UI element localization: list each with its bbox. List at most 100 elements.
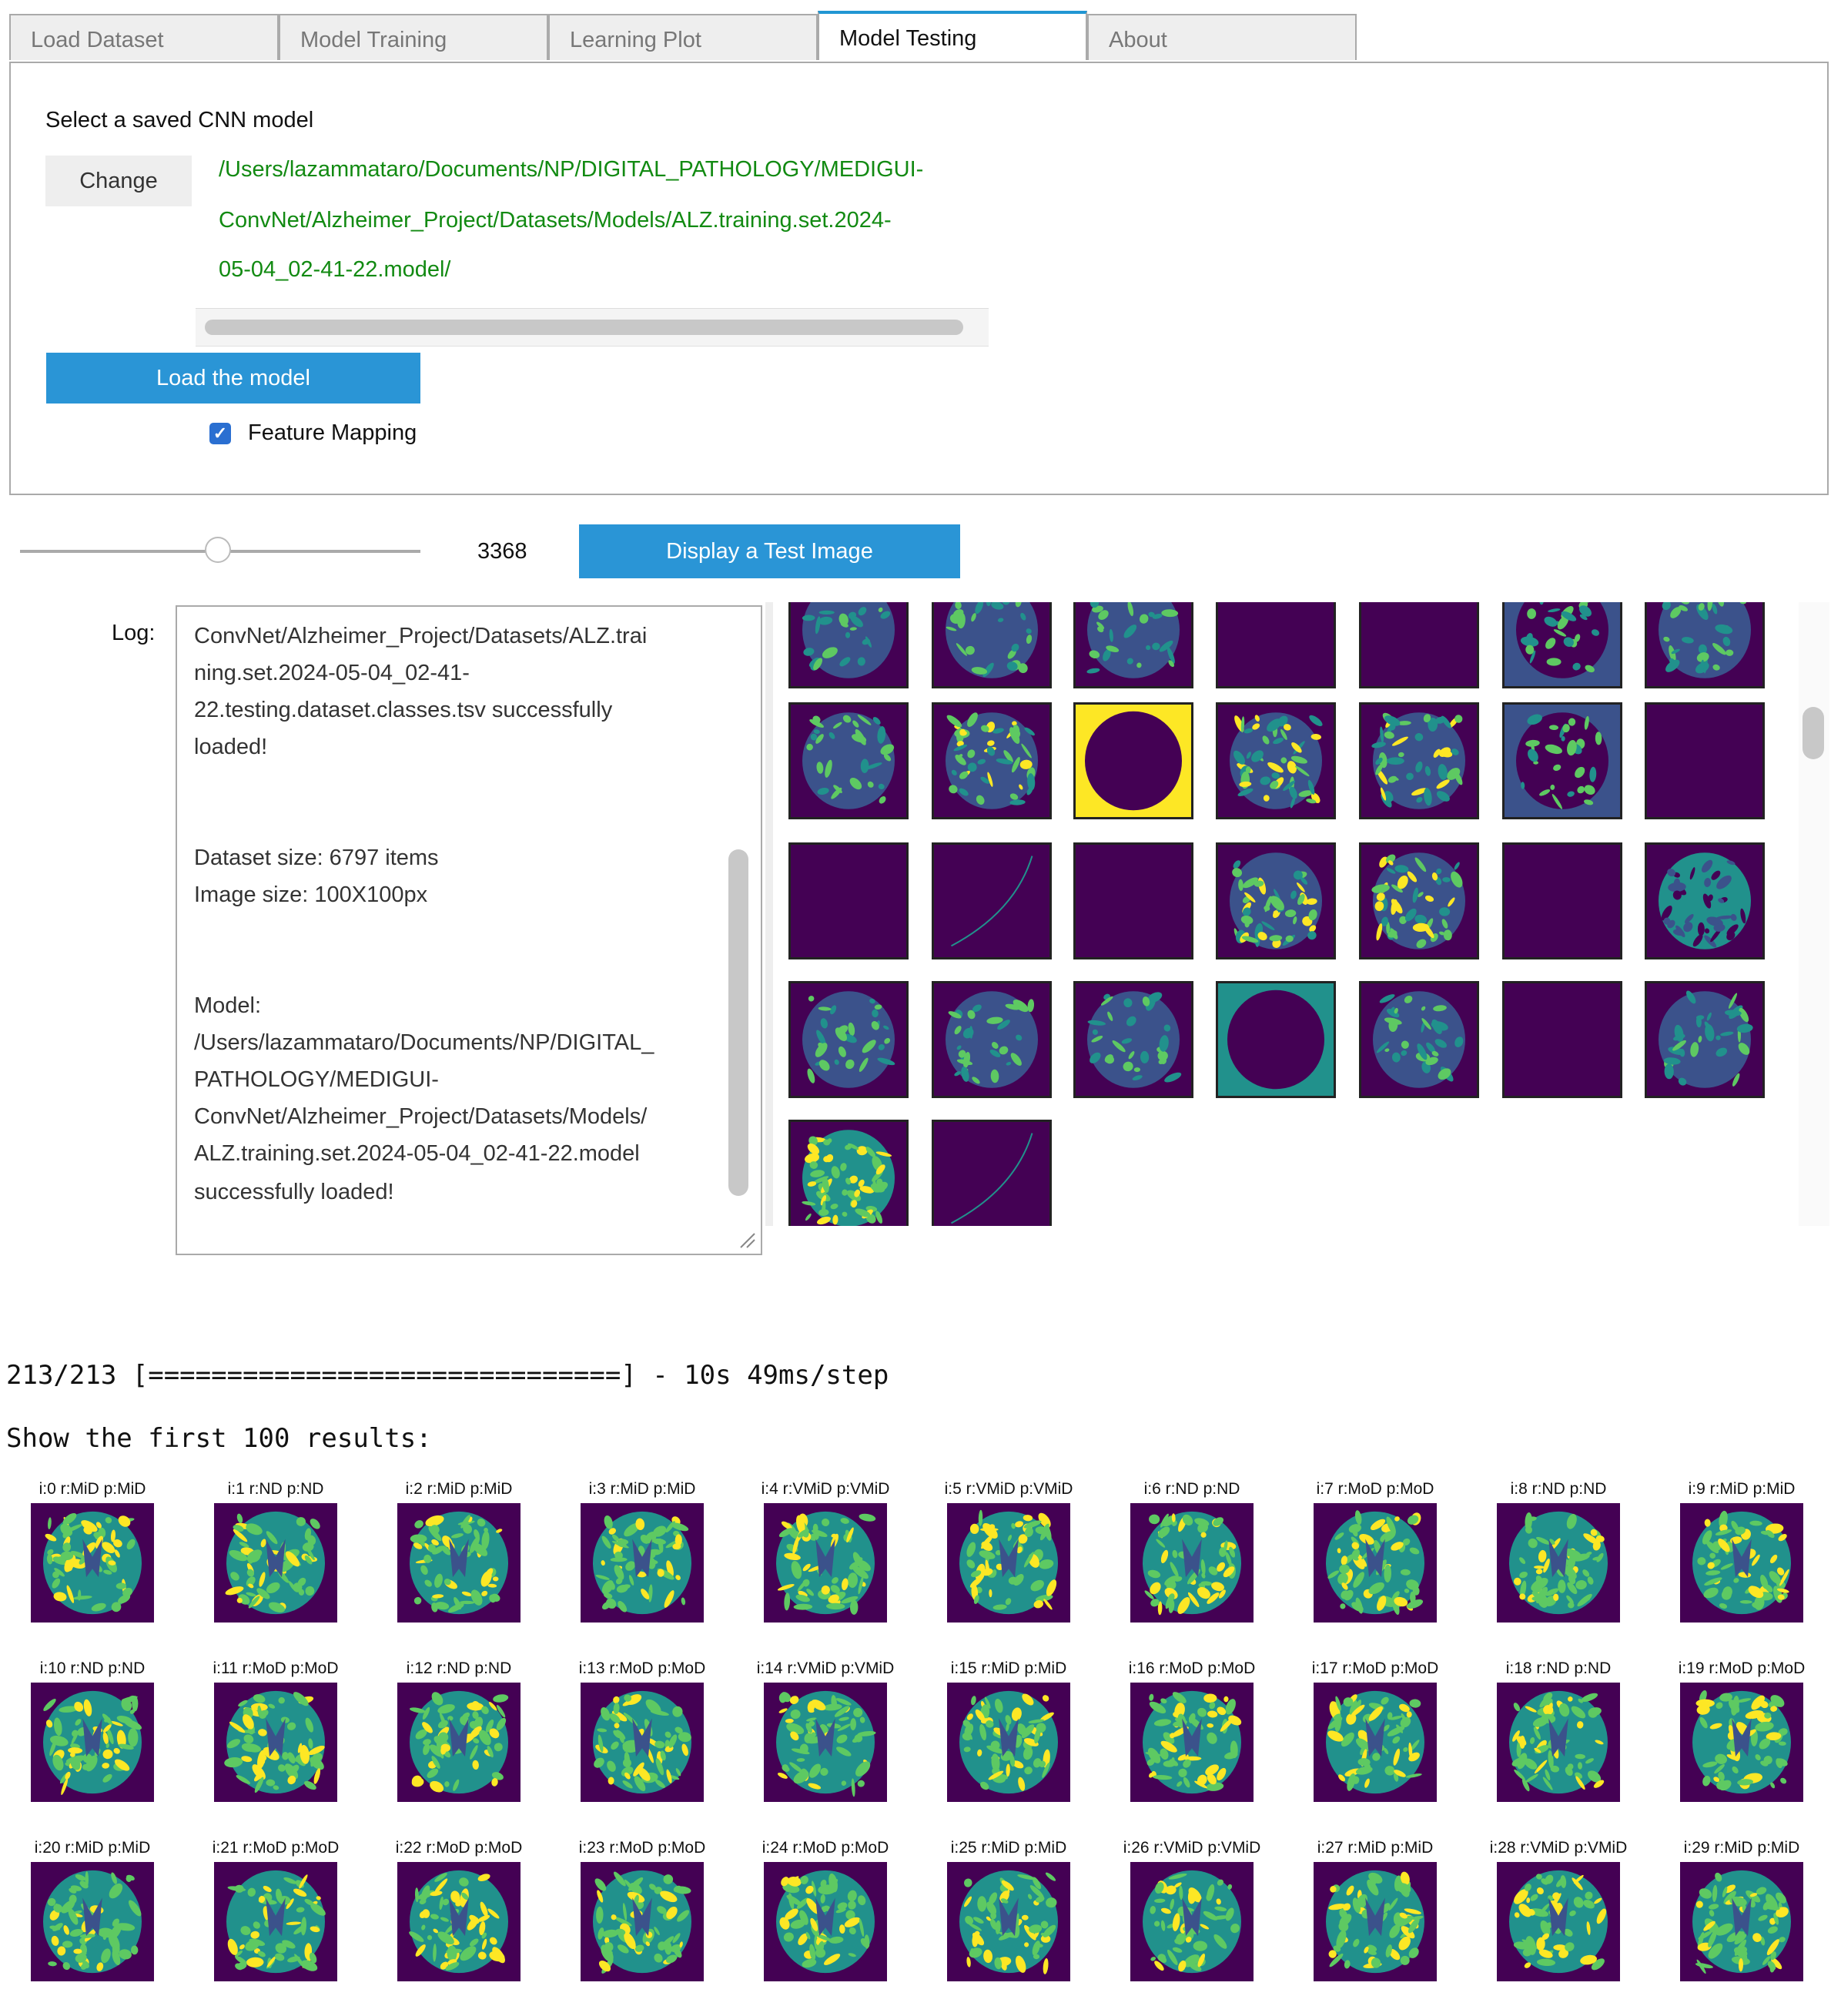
result-label: i:5 r:VMiD p:VMiD <box>944 1480 1073 1498</box>
result-brain-image <box>581 1683 704 1802</box>
result-brain-image <box>1680 1503 1803 1623</box>
log-line: ConvNet/Alzheimer_Project/Datasets/Model… <box>194 1104 648 1129</box>
log-line: ALZ.training.set.2024-05-04_02-41-22.mod… <box>194 1141 640 1166</box>
result-brain-image <box>31 1683 154 1802</box>
resize-grip-icon[interactable] <box>739 1232 756 1249</box>
result-label: i:13 r:MoD p:MoD <box>578 1659 706 1677</box>
log-line: successfully loaded! <box>194 1180 394 1204</box>
prediction-progress: 213/213 [==============================]… <box>6 1360 889 1391</box>
model-path-line: ConvNet/Alzheimer_Project/Datasets/Model… <box>219 208 892 233</box>
log-textarea[interactable]: ConvNet/Alzheimer_Project/Datasets/ALZ.t… <box>176 605 762 1255</box>
feature-mapping-option[interactable]: ✓ Feature Mapping <box>209 420 417 446</box>
feature-map-tile <box>932 981 1052 1098</box>
feature-map-tile <box>932 602 1052 688</box>
result-brain-image <box>397 1503 521 1623</box>
tab-model-testing[interactable]: Model Testing <box>818 11 1087 60</box>
path-horizontal-scrollbar[interactable] <box>196 308 989 347</box>
result-brain-image <box>1130 1862 1254 1981</box>
result-item: i:5 r:VMiD p:VMiD <box>916 1480 1101 1657</box>
result-brain-image <box>947 1862 1070 1981</box>
results-heading: Show the first 100 results: <box>6 1423 432 1454</box>
result-brain-image <box>581 1503 704 1623</box>
result-item: i:4 r:VMiD p:VMiD <box>733 1480 918 1657</box>
result-item: i:22 r:MoD p:MoD <box>367 1839 551 2016</box>
result-item: i:8 r:ND p:ND <box>1466 1480 1651 1657</box>
tab-model-training[interactable]: Model Training <box>279 14 548 60</box>
result-label: i:10 r:ND p:ND <box>39 1659 146 1677</box>
tab-learning-plot[interactable]: Learning Plot <box>548 14 818 60</box>
result-item: i:21 r:MoD p:MoD <box>183 1839 368 2016</box>
feature-map-tile <box>1502 602 1622 688</box>
display-test-image-button[interactable]: Display a Test Image <box>579 524 960 578</box>
path-scrollbar-thumb[interactable] <box>205 320 963 335</box>
result-item: i:20 r:MiD p:MiD <box>0 1839 185 2016</box>
result-label: i:17 r:MoD p:MoD <box>1311 1659 1439 1677</box>
result-label: i:20 r:MiD p:MiD <box>34 1839 151 1857</box>
feature-map-tile <box>1645 602 1765 688</box>
feature-map-tile <box>1073 842 1193 959</box>
log-line: ConvNet/Alzheimer_Project/Datasets/ALZ.t… <box>194 624 648 648</box>
result-label: i:23 r:MoD p:MoD <box>578 1839 706 1857</box>
result-item: i:1 r:ND p:ND <box>183 1480 368 1657</box>
result-label: i:21 r:MoD p:MoD <box>212 1839 340 1857</box>
feature-map-tile <box>1359 602 1479 688</box>
feature-map-tile <box>1502 842 1622 959</box>
feature-mapping-checkbox[interactable]: ✓ <box>209 422 231 444</box>
result-brain-image <box>397 1862 521 1981</box>
feature-map-tile <box>1502 981 1622 1098</box>
result-brain-image <box>764 1683 887 1802</box>
result-brain-image <box>214 1862 337 1981</box>
result-label: i:9 r:MiD p:MiD <box>1688 1480 1796 1498</box>
log-line: loaded! <box>194 735 268 759</box>
result-item: i:11 r:MoD p:MoD <box>183 1659 368 1837</box>
model-path-line: /Users/lazammataro/Documents/NP/DIGITAL_… <box>219 157 924 182</box>
feature-map-tile <box>932 1120 1052 1226</box>
result-brain-image <box>31 1503 154 1623</box>
load-model-button[interactable]: Load the model <box>46 353 420 404</box>
result-label: i:2 r:MiD p:MiD <box>405 1480 513 1498</box>
log-line: Image size: 100X100px <box>194 882 428 907</box>
result-item: i:2 r:MiD p:MiD <box>367 1480 551 1657</box>
log-line: PATHOLOGY/MEDIGUI- <box>194 1067 439 1092</box>
result-label: i:28 r:VMiD p:VMiD <box>1489 1839 1628 1857</box>
feature-map-tile <box>788 981 909 1098</box>
log-line: ning.set.2024-05-04_02-41- <box>194 661 470 685</box>
result-item: i:14 r:VMiD p:VMiD <box>733 1659 918 1837</box>
model-path-line: 05-04_02-41-22.model/ <box>219 257 451 282</box>
feature-map-tile <box>1645 981 1765 1098</box>
result-brain-image <box>1497 1683 1620 1802</box>
feature-map-tile <box>1645 842 1765 959</box>
feature-map-tile <box>1359 702 1479 819</box>
result-brain-image <box>214 1683 337 1802</box>
result-item: i:9 r:MiD p:MiD <box>1649 1480 1834 1657</box>
result-item: i:10 r:ND p:ND <box>0 1659 185 1837</box>
result-item: i:12 r:ND p:ND <box>367 1659 551 1837</box>
feature-map-scrollbar[interactable] <box>1799 602 1829 1226</box>
result-brain-image <box>1680 1862 1803 1981</box>
feature-map-scrollbar-thumb[interactable] <box>1803 707 1824 759</box>
result-item: i:28 r:VMiD p:VMiD <box>1466 1839 1651 2016</box>
log-label: Log: <box>112 621 156 645</box>
result-item: i:3 r:MiD p:MiD <box>550 1480 735 1657</box>
result-brain-image <box>581 1862 704 1981</box>
result-brain-image <box>1130 1683 1254 1802</box>
test-image-slider-handle[interactable] <box>205 537 231 563</box>
result-label: i:6 r:ND p:ND <box>1143 1480 1240 1498</box>
change-model-button[interactable]: Change <box>45 156 192 206</box>
feature-map-tile <box>1073 602 1193 688</box>
log-line: Dataset size: 6797 items <box>194 846 439 870</box>
feature-map-tile <box>1359 842 1479 959</box>
log-scrollbar-thumb[interactable] <box>728 849 748 1196</box>
tab-load-dataset[interactable]: Load Dataset <box>9 14 279 60</box>
result-label: i:16 r:MoD p:MoD <box>1128 1659 1256 1677</box>
result-brain-image <box>1497 1862 1620 1981</box>
tab-about[interactable]: About <box>1087 14 1357 60</box>
feature-map-tile <box>1359 981 1479 1098</box>
result-brain-image <box>764 1503 887 1623</box>
feature-map-tile <box>788 702 909 819</box>
result-label: i:27 r:MiD p:MiD <box>1317 1839 1434 1857</box>
result-label: i:7 r:MoD p:MoD <box>1316 1480 1434 1498</box>
result-brain-image <box>1314 1862 1437 1981</box>
result-brain-image <box>1130 1503 1254 1623</box>
result-item: i:24 r:MoD p:MoD <box>733 1839 918 2016</box>
